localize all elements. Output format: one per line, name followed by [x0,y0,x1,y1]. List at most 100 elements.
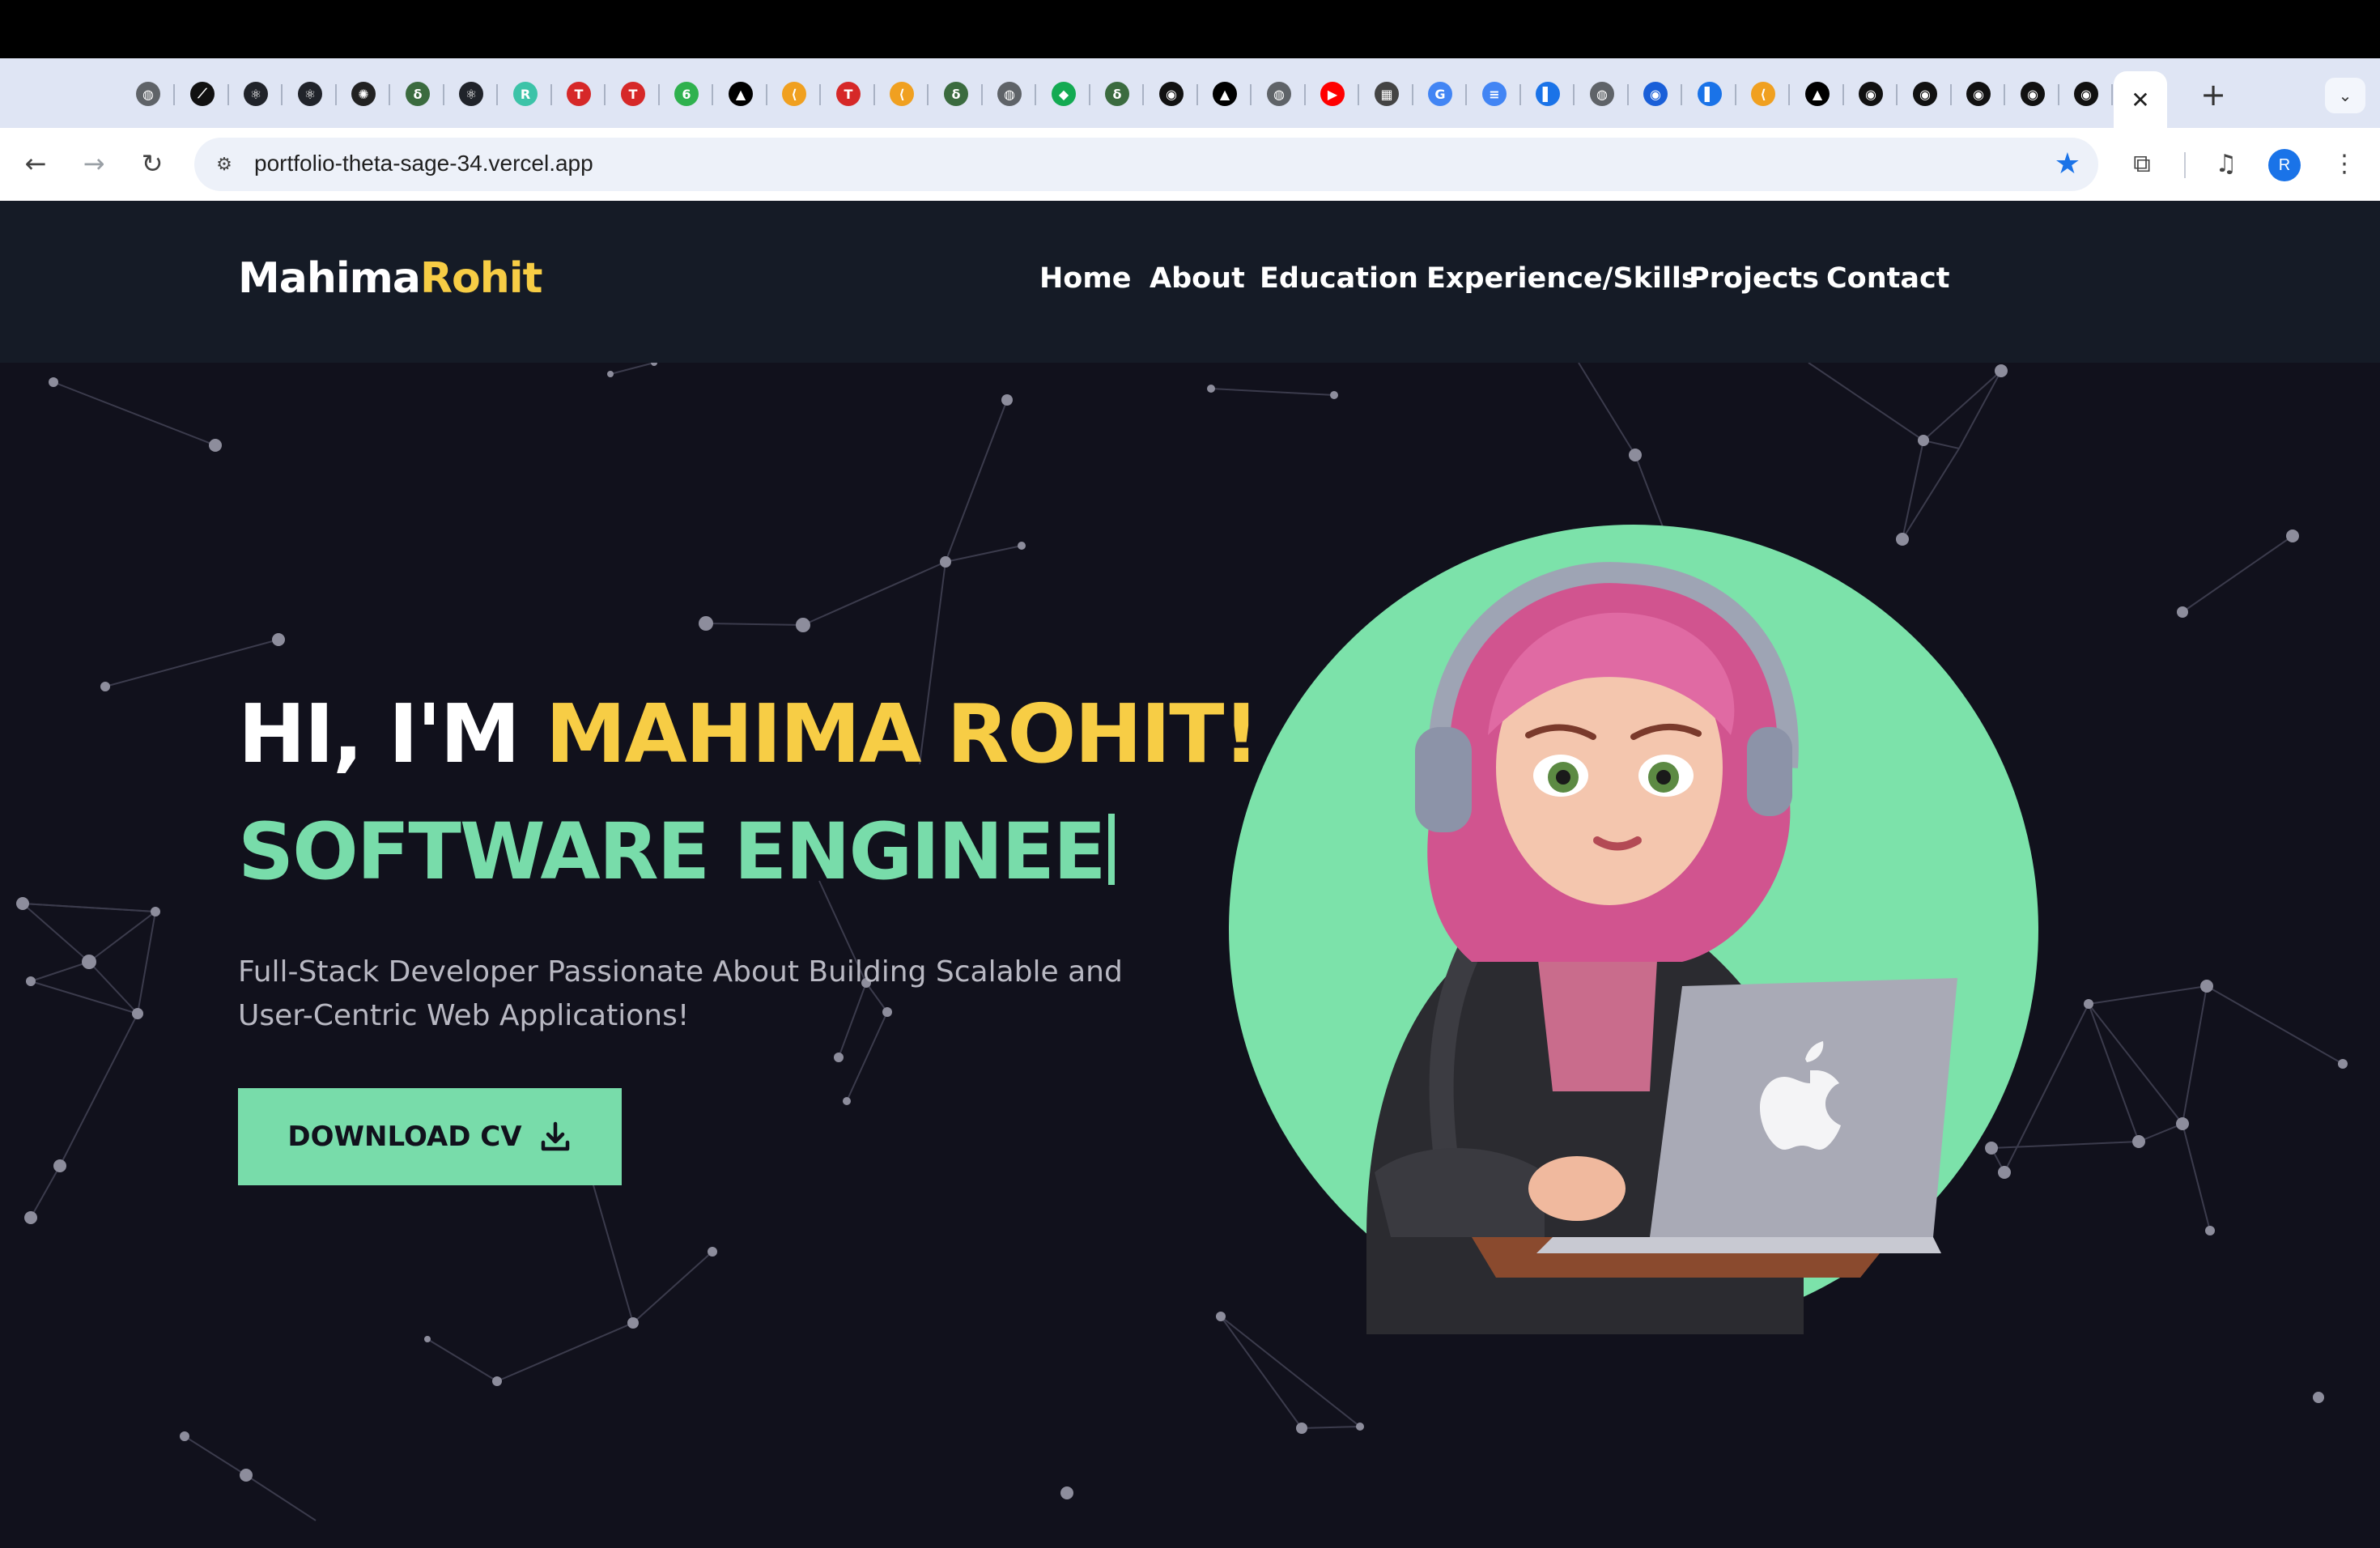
hero-name: MAHIMA ROHIT! [545,687,1260,781]
site-info-icon[interactable]: ⚙ [209,149,240,180]
nav-home[interactable]: Home [1039,262,1132,295]
media-control-icon[interactable]: ♫ [2205,142,2247,185]
browser-tab[interactable]: ≡ [1468,71,1521,117]
browser-tab[interactable]: R [499,71,552,117]
nav-experience-skills[interactable]: Experience/Skills [1426,262,1698,295]
download-cv-button[interactable]: DOWNLOAD CV [238,1088,622,1185]
nav-education[interactable]: Education [1260,262,1418,295]
browser-tab[interactable]: ⟋ [176,71,229,117]
browser-tab[interactable]: ⟨ [875,71,929,117]
github-icon: ◉ [2021,82,2045,106]
browser-tab[interactable]: ◉ [1145,71,1198,117]
browser-tab[interactable]: δ [929,71,983,117]
tab-separator [173,84,175,105]
browser-tab[interactable]: ◉ [1898,71,1952,117]
youtube-icon: ▶ [1320,82,1345,106]
react-icon: ⚛ [244,82,268,106]
github-icon: ◉ [2074,82,2098,106]
browser-tab[interactable]: 6 [660,71,713,117]
browser-tab[interactable]: δ [1090,71,1144,117]
portfolio-page: MahimaRohit Home About Education Experie… [0,201,2380,1548]
google-icon: G [1428,82,1452,106]
browser-tab[interactable]: ⚛ [229,71,283,117]
download-cv-label: DOWNLOAD CV [287,1121,522,1153]
back-button[interactable]: ← [15,142,57,185]
forward-button[interactable]: → [73,142,115,185]
tab-separator [1250,84,1252,105]
browser-tab[interactable]: ▲ [1198,71,1252,117]
browser-tab[interactable]: ◉ [2006,71,2059,117]
hero-heading: HI, I'M MAHIMA ROHIT! [238,687,1260,781]
browser-tab[interactable]: ⚛ [444,71,498,117]
tab-separator [389,84,390,105]
browser-menu-icon[interactable]: ⋮ [2323,142,2365,185]
tab-separator [819,84,821,105]
tab-separator [2004,84,2005,105]
browser-tab[interactable]: ▲ [1791,71,1844,117]
grid-icon: ▦ [1375,82,1399,106]
tab-separator [1142,84,1144,105]
bookmark-star-icon[interactable]: ★ [2055,147,2080,181]
github-icon: ◉ [1159,82,1184,106]
react-icon: ⚛ [298,82,322,106]
tab-separator [2111,84,2113,105]
browser-tab[interactable]: T [822,71,875,117]
browser-tab[interactable]: ◍ [983,71,1036,117]
browser-tab[interactable]: ⟨ [767,71,821,117]
browser-tab[interactable]: ✺ [337,71,390,117]
browser-tab[interactable]: ◍ [121,71,175,117]
browser-tab[interactable]: T [552,71,606,117]
browser-tab[interactable]: ◉ [2059,71,2113,117]
hero-description: Full-Stack Developer Passionate About Bu… [238,955,1123,1032]
hero-greeting: HI, I'M [238,687,546,781]
nav-about[interactable]: About [1150,262,1245,295]
wodo-icon: δ [406,82,430,106]
new-tab-button[interactable]: + [2197,79,2229,112]
github-icon: ◉ [1859,82,1883,106]
browser-tab[interactable]: δ [391,71,444,117]
wodo-icon: δ [944,82,968,106]
tab-strip: + ⌄ ◍ ⟋ ⚛ ⚛ ✺ δ ⚛ R T T 6 ▲ ⟨ T ⟨ δ ◍ ◆ δ ◉ ▲ ◍ ▶ ▦ G ≡ ▌ ◍ ◉ ▌ ⟨ ▲ ◉ ◉ ◉ ◉… [0,58,2380,128]
browser-tab[interactable]: ◉ [1952,71,2005,117]
browser-tab[interactable]: ⟨ [1736,71,1790,117]
browser-tab[interactable]: T [606,71,660,117]
github-icon: ◉ [1913,82,1937,106]
tab-separator [281,84,283,105]
nav-projects[interactable]: Projects [1689,262,1819,295]
tab-separator [712,84,713,105]
browser-tab[interactable]: ▶ [1306,71,1359,117]
close-tab-icon[interactable]: ✕ [2131,87,2149,113]
browser-tab[interactable]: G [1413,71,1467,117]
react-icon: ⚛ [459,82,483,106]
browser-tab[interactable]: ◍ [1252,71,1306,117]
browser-tab[interactable]: ◉ [1629,71,1682,117]
address-bar[interactable]: ⚙ portfolio-theta-sage-34.vercel.app ★ [194,138,2098,191]
leetcode-icon: ⟨ [782,82,806,106]
avatar-illustration [1229,525,2038,1334]
browser-tab[interactable]: ▦ [1360,71,1413,117]
nav-contact[interactable]: Contact [1826,262,1949,295]
extensions-icon[interactable]: ⧉ [2121,142,2163,185]
browser-tab[interactable]: ▌ [1521,71,1575,117]
browser-tab[interactable]: ◉ [1844,71,1898,117]
browser-tab[interactable]: ▲ [714,71,767,117]
reload-button[interactable]: ↻ [131,142,173,185]
browser-tab[interactable]: ⚛ [283,71,337,117]
globe-icon: ◍ [1590,82,1614,106]
logo-first-name: Mahima [238,254,421,303]
logo-last-name: Rohit [419,254,542,303]
tuf-icon: T [567,82,591,106]
tab-search-button[interactable]: ⌄ [2325,78,2365,113]
tab-separator [1035,84,1036,105]
mac-menu-bar [0,0,2380,58]
url-text[interactable]: portfolio-theta-sage-34.vercel.app [254,151,593,176]
active-tab[interactable]: ✕ [2114,71,2167,128]
mongodb-icon: ◆ [1052,82,1076,106]
browser-tab[interactable]: ◍ [1575,71,1629,117]
site-logo[interactable]: MahimaRohit [238,254,542,303]
download-icon [541,1121,569,1151]
hero-typing-role: SOFTWARE ENGINEE [238,806,1115,897]
profile-avatar[interactable]: R [2268,149,2301,181]
browser-tab[interactable]: ◆ [1037,71,1090,117]
browser-tab[interactable]: ▌ [1683,71,1736,117]
